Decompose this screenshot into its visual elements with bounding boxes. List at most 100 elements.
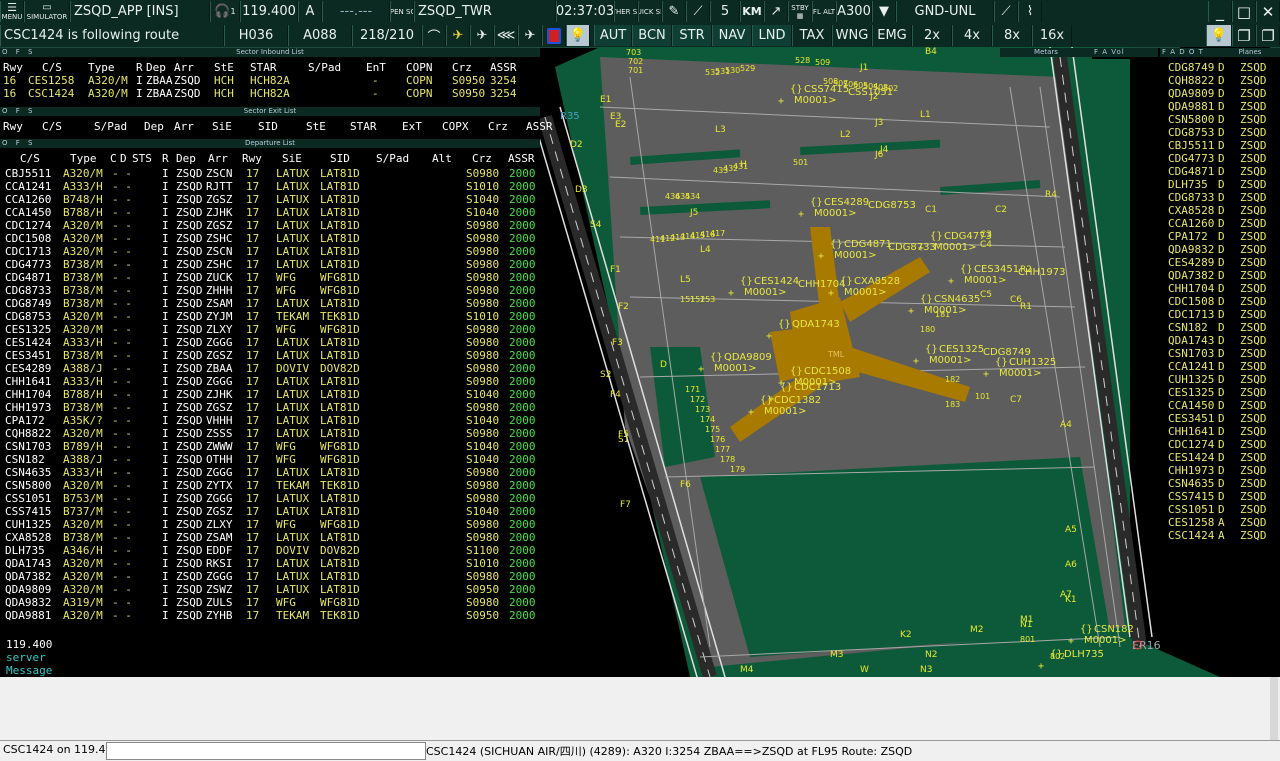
departure-row[interactable]: CHH1973 B738/M - - I ZSQD ZGSZ 17 LATUX LAT81D S0…: [0, 401, 540, 414]
filter-emg[interactable]: EMG: [872, 25, 912, 46]
departure-row[interactable]: CSN4635 A333/H - - I ZSQD ZGGG 17 LATUX LAT81D S0…: [0, 466, 540, 479]
restore-button[interactable]: ❐: [1232, 25, 1256, 46]
message-scrollbar[interactable]: [1270, 677, 1278, 740]
departure-row[interactable]: CDC1713 A320/M - - I ZSQD ZSCN 17 LATUX LAT81D S0…: [0, 245, 540, 258]
headset-button[interactable]: 🎧 1: [210, 1, 240, 22]
filter-aut[interactable]: AUT: [594, 25, 632, 46]
departure-row[interactable]: CDG8753 A320/M - - I ZSQD ZYJM 17 TEKAM TEK81D S1…: [0, 310, 540, 323]
filter-str[interactable]: STR: [672, 25, 712, 46]
departure-row[interactable]: CCA1450 B788/H - - I ZSQD ZJHK 17 LATUX LAT81D S1…: [0, 206, 540, 219]
filter-button[interactable]: ▼: [872, 1, 896, 22]
filter-lnd[interactable]: LND: [752, 25, 792, 46]
filter-tax[interactable]: TAX: [792, 25, 832, 46]
departure-row[interactable]: CES1325 A320/M - - I ZSQD ZLXY 17 WFG WFG81D S098…: [0, 323, 540, 336]
airplane-button[interactable]: ✈: [446, 25, 470, 46]
exit-header[interactable]: O F S Sector Exit List: [0, 107, 540, 116]
altitude-field[interactable]: A088: [288, 25, 352, 46]
close-button[interactable]: ✕: [1256, 1, 1280, 22]
departure-row[interactable]: QDA9832 A319/M - - I ZSQD ZULS 17 WFG WFG81D S098…: [0, 596, 540, 609]
departure-row[interactable]: CSN5800 A320/M - - I ZSQD ZYTX 17 TEKAM TEK81D S0…: [0, 479, 540, 492]
departure-cell: - -: [112, 193, 132, 206]
departure-row[interactable]: CCA1241 A333/H - - I ZSQD RJTT 17 LATUX LAT81D S1…: [0, 180, 540, 193]
departure-row[interactable]: CHH1641 A333/H - - I ZSQD ZGGG 17 LATUX LAT81D S0…: [0, 375, 540, 388]
planes-ofs[interactable]: F A D O T: [1162, 48, 1204, 57]
other-set-button[interactable]: OTHER SET: [614, 1, 638, 22]
departure-row[interactable]: QDA1743 A320/M - - I ZSQD RKSI 17 LATUX LAT81D S1…: [0, 557, 540, 570]
inbound-row[interactable]: 16 CES1258 A320/M I ZBAA ZSQD HCH HCH82A - COPN S0…: [0, 74, 540, 87]
departure-row[interactable]: CES4289 A388/J - - I ZSQD ZBAA 17 DOVIV DOV82D S0…: [0, 362, 540, 375]
metars-header[interactable]: F A Vol: [1092, 48, 1158, 57]
approach-button[interactable]: ⌒: [422, 25, 446, 46]
departure-row[interactable]: CSS7415 B737/M - - I ZSQD ZGSZ 17 LATUX LAT81D S1…: [0, 505, 540, 518]
departure-row[interactable]: CSS1051 B753/M - - I ZSQD ZGGG 17 LATUX LAT81D S0…: [0, 492, 540, 505]
landing-button[interactable]: ✈: [518, 25, 542, 46]
measure-button[interactable]: ⟋: [686, 1, 710, 22]
inbound-header[interactable]: O F S Sector Inbound List: [0, 48, 540, 57]
minimize-button[interactable]: _: [1208, 1, 1232, 22]
departure-row[interactable]: CDG8733 B738/M - - I ZSQD ZHHH 17 WFG WFG81D S098…: [0, 284, 540, 297]
departure-row[interactable]: CPA172 A35K/? - - I ZSQD VHHH 17 LATUX LAT81D S10…: [0, 414, 540, 427]
departure-cell: EDDF: [206, 544, 233, 557]
altitude-filter[interactable]: GND-UNL: [896, 1, 994, 22]
planes-header[interactable]: F A D O T Planes: [1160, 48, 1280, 57]
fl-alt-button[interactable]: FL ALT: [812, 1, 836, 22]
heading-field[interactable]: H036: [224, 25, 288, 46]
route-button[interactable]: ⌇: [1018, 1, 1042, 22]
zoom-2x[interactable]: 2x: [912, 25, 952, 46]
departure-row[interactable]: QDA7382 A320/M - - I ZSQD ZGGG 17 LATUX LAT81D S0…: [0, 570, 540, 583]
departure-row[interactable]: CSN182 A388/J - - I ZSQD OTHH 17 WFG WFG81D S1040…: [0, 453, 540, 466]
maximize-button[interactable]: □: [1232, 1, 1256, 22]
secondary-frequency[interactable]: ---.---: [322, 1, 390, 22]
metars-ofs[interactable]: F A Vol: [1094, 48, 1125, 57]
highlight-button[interactable]: 💡: [1206, 25, 1232, 46]
strip-button[interactable]: [542, 25, 566, 46]
command-input[interactable]: [106, 742, 426, 760]
departure-row[interactable]: CDG4871 B738/M - - I ZSQD ZUCK 17 WFG WFG81D S098…: [0, 271, 540, 284]
open-sct-button[interactable]: OPEN SCT: [390, 1, 414, 22]
menu-button[interactable]: ☰ MENU: [0, 1, 24, 22]
transition-altitude[interactable]: A300: [836, 1, 872, 22]
speed-field[interactable]: 218/210: [352, 25, 422, 46]
km-toggle[interactable]: KM: [740, 1, 764, 22]
range-value[interactable]: 5: [710, 1, 740, 22]
departure-row[interactable]: CES1424 A333/H - - I ZSQD ZGGG 17 LATUX LAT81D S0…: [0, 336, 540, 349]
frequency-display[interactable]: 119.400: [240, 1, 298, 22]
departure-row[interactable]: CCA1260 B748/H - - I ZSQD ZGSZ 17 LATUX LAT81D S1…: [0, 193, 540, 206]
departure-row[interactable]: CDG8749 B738/M - - I ZSQD ZSAM 17 LATUX LAT81D S0…: [0, 297, 540, 310]
departure-row[interactable]: CQH8822 A320/M - - I ZSQD ZSSS 17 LATUX LAT81D S0…: [0, 427, 540, 440]
departure-row[interactable]: CUH1325 A320/M - - I ZSQD ZLXY 17 WFG WFG81D S098…: [0, 518, 540, 531]
filter-nav[interactable]: NAV: [712, 25, 752, 46]
departure-row[interactable]: CHH1704 B788/H - - I ZSQD ZJHK 17 LATUX LAT81D S1…: [0, 388, 540, 401]
signal-button[interactable]: ↗: [764, 1, 788, 22]
departure-cell: LATUX: [276, 557, 310, 570]
departure-cell: - -: [112, 544, 132, 557]
departure-cell: 2000: [509, 245, 536, 258]
atis-letter[interactable]: A: [298, 1, 322, 22]
lightbulb-button[interactable]: 💡: [566, 25, 590, 46]
departure-row[interactable]: CBJ5511 A320/M - - I ZSQD ZSCN 17 LATUX LAT81D S0…: [0, 167, 540, 180]
departure-row[interactable]: CDC1508 A320/M - - I ZSQD ZSHC 17 LATUX LAT81D S0…: [0, 232, 540, 245]
zoom-16x[interactable]: 16x: [1032, 25, 1072, 46]
ruler-button[interactable]: ⟋: [994, 1, 1018, 22]
departure-row[interactable]: CSN1703 B789/H - - I ZSQD ZWWW 17 WFG WFG81D S104…: [0, 440, 540, 453]
departure-row[interactable]: DLH735 A346/H - - I ZSQD EDDF 17 DOVIV DOV82D S11…: [0, 544, 540, 557]
simulator-button[interactable]: ▭ SIMULATOR: [24, 1, 70, 22]
quick-set-button[interactable]: QUICK SET: [638, 1, 662, 22]
departure-row[interactable]: CDC1274 A320/M - - I ZSQD ZGSZ 17 LATUX LAT81D S0…: [0, 219, 540, 232]
inbound-row[interactable]: 16 CSC1424 A320/M I ZBAA ZSQD HCH HCH82A - COPN S0…: [0, 87, 540, 100]
departure-row[interactable]: QDA9809 A320/M - - I ZSQD ZSWZ 17 LATUX LAT81D S0…: [0, 583, 540, 596]
departure-row[interactable]: CES3451 B738/M - - I ZSQD ZGSZ 17 LATUX LAT81D S0…: [0, 349, 540, 362]
zoom-4x[interactable]: 4x: [952, 25, 992, 46]
stby-button[interactable]: STBY ▦: [788, 1, 812, 22]
departure-row[interactable]: CXA8528 B738/M - - I ZSQD ZSAM 17 LATUX LAT81D S0…: [0, 531, 540, 544]
departure-row[interactable]: QDA9881 A320/M - - I ZSQD ZYHB 17 TEKAM TEK81D S0…: [0, 609, 540, 622]
zoom-8x[interactable]: 8x: [992, 25, 1032, 46]
filter-wng[interactable]: WNG: [832, 25, 872, 46]
takeoff-button[interactable]: ✈: [470, 25, 494, 46]
pencil-button[interactable]: ✎: [662, 1, 686, 22]
departure-row[interactable]: CDG4773 B738/M - - I ZSQD ZSHC 17 LATUX LAT81D S0…: [0, 258, 540, 271]
holding-button[interactable]: ⋘: [494, 25, 518, 46]
filter-bcn[interactable]: BCN: [632, 25, 672, 46]
departure-header[interactable]: O F S Departure List: [0, 139, 540, 148]
window-button[interactable]: ❐: [1256, 25, 1280, 46]
